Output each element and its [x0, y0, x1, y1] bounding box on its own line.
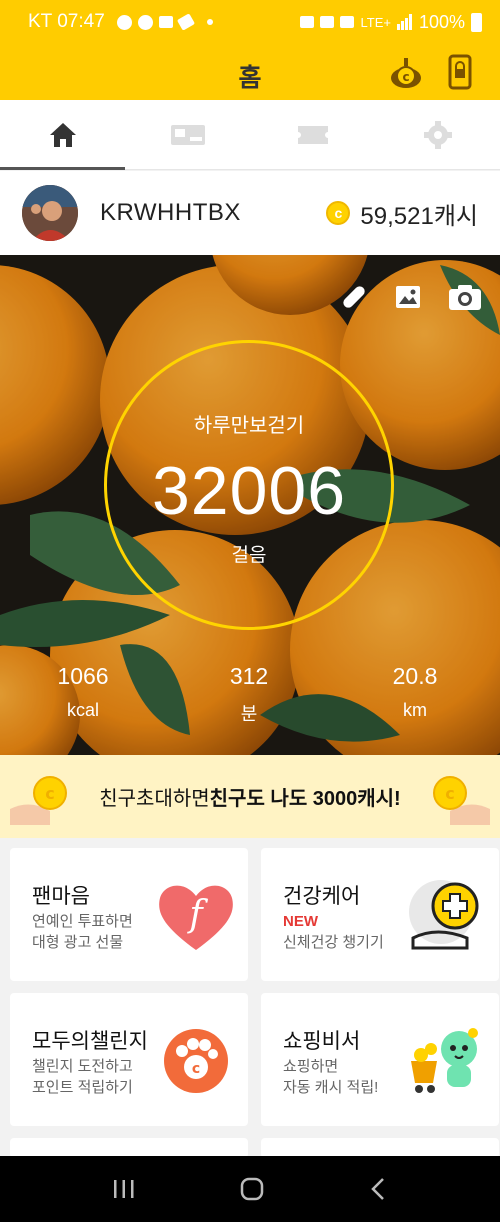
facebook-icon	[137, 14, 153, 30]
coin-icon: c	[326, 201, 351, 225]
stat-minutes: 312 분	[166, 663, 332, 726]
paw-coin-icon: c	[164, 1029, 228, 1093]
heart-f-icon: f	[159, 885, 233, 950]
lock-phone-icon[interactable]	[442, 54, 478, 90]
signal-icon	[396, 14, 412, 30]
new-badge: NEW	[283, 913, 318, 930]
stat-value: 312	[229, 663, 269, 689]
stat-calories: 1066 kcal	[0, 663, 166, 726]
vibrate-icon	[320, 16, 335, 28]
step-unit: 걸음	[231, 545, 267, 566]
card-line2: 대형 광고 선물	[32, 934, 124, 951]
invite-text-normal: 친구초대하면	[99, 788, 210, 810]
svg-text:c: c	[445, 784, 454, 803]
cash-amount: 59,521캐시	[360, 202, 478, 230]
card-partial[interactable]	[10, 1138, 248, 1158]
stat-unit: km	[403, 700, 427, 720]
page-title: 홈	[238, 64, 262, 92]
card-line2: 자동 캐시 적립!	[283, 1079, 379, 1096]
camera-icon[interactable]	[448, 283, 482, 311]
activity-stats: 1066 kcal 312 분 20.8 km	[0, 663, 500, 726]
app-notification-icon	[158, 16, 173, 28]
hero-tools	[340, 283, 482, 311]
card-title: 팬마음	[32, 885, 90, 908]
invite-friends-banner[interactable]: c 친구초대하면 친구도 나도 3000캐시! c	[0, 755, 500, 838]
shopping-cart-mascot-icon	[411, 1028, 478, 1093]
card-subtitle: 연예인 투표하면 대형 광고 선물	[32, 911, 133, 953]
tab-home[interactable]	[0, 100, 125, 170]
link-icon	[176, 13, 195, 31]
card-challenge[interactable]: 모두의챌린지 챌린지 도전하고 포인트 적립하기 c	[10, 993, 248, 1126]
hand-coin-icon: c	[10, 776, 67, 825]
username: KRWHHTBX	[100, 199, 241, 226]
stat-distance: 20.8 km	[332, 663, 498, 726]
card-line1: 연예인 투표하면	[32, 913, 133, 930]
card-subtitle: 쇼핑하면 자동 캐시 적립!	[283, 1056, 378, 1098]
hand-coin-icon: c	[433, 776, 490, 825]
step-ring[interactable]: 하루만보걷기 32006 걸음	[104, 340, 394, 630]
stat-unit: 분	[240, 704, 258, 724]
profile-row[interactable]: KRWHHTBX c 59,521캐시	[0, 171, 500, 255]
home-button-icon[interactable]	[239, 1176, 265, 1202]
image-icon[interactable]	[394, 283, 422, 311]
svg-text:c: c	[45, 784, 54, 803]
volte-icon	[340, 16, 355, 28]
card-fan-heart[interactable]: 팬마음 연예인 투표하면 대형 광고 선물 f	[10, 848, 248, 981]
card-shopping[interactable]: 쇼핑비서 쇼핑하면 자동 캐시 적립!	[261, 993, 499, 1126]
home-icon	[49, 122, 76, 147]
battery-icon	[471, 12, 482, 32]
stat-value: 20.8	[392, 663, 438, 689]
svg-text:c: c	[192, 1061, 200, 1077]
card-partial[interactable]	[261, 1138, 499, 1158]
facebook-icon	[116, 14, 132, 30]
network-type: LTE+	[360, 14, 391, 30]
card-line1: 챌린지 도전하고	[32, 1058, 133, 1075]
status-carrier-time: KT 07:47	[28, 11, 105, 32]
card-title: 쇼핑비서	[283, 1030, 361, 1053]
avatar[interactable]	[22, 185, 78, 241]
stat-unit: kcal	[66, 700, 99, 720]
back-icon[interactable]	[368, 1176, 388, 1202]
tab-settings[interactable]	[375, 100, 500, 169]
cash-icon	[170, 124, 205, 145]
card-line1: 쇼핑하면	[283, 1058, 339, 1075]
card-subtitle: 챌린지 도전하고 포인트 적립하기	[32, 1056, 133, 1098]
card-line2: 신체건강 챙기기	[283, 934, 384, 951]
recent-apps-icon[interactable]	[112, 1178, 136, 1200]
card-line2: 포인트 적립하기	[32, 1079, 133, 1096]
cash-coin-icon[interactable]: c	[388, 54, 424, 90]
tab-ticket[interactable]	[250, 100, 375, 169]
alarm-icon	[300, 16, 315, 28]
tab-cash[interactable]	[125, 100, 250, 169]
system-nav-bar	[0, 1156, 500, 1222]
cash-balance[interactable]: c 59,521캐시	[326, 196, 478, 231]
status-bar: KT 07:47 LTE+ 100%	[0, 0, 500, 44]
tab-bar	[0, 100, 500, 170]
battery-percent: 100%	[418, 11, 465, 32]
ticket-icon	[297, 125, 328, 144]
health-cross-hand-icon	[409, 880, 479, 950]
pill-icon[interactable]	[340, 283, 368, 311]
card-health-care[interactable]: 건강케어 NEW 신체건강 챙기기	[261, 848, 499, 981]
step-goal-label: 하루만보걷기	[193, 415, 305, 437]
svg-text:c: c	[402, 70, 409, 84]
card-title: 건강케어	[283, 885, 361, 908]
more-dot-icon	[206, 19, 213, 25]
invite-text-bold: 친구도 나도 3000캐시!	[209, 788, 401, 810]
app-bar: 홈 c	[0, 44, 500, 100]
gear-icon	[423, 120, 452, 149]
card-title: 모두의챌린지	[32, 1030, 148, 1053]
step-counter-hero: 하루만보걷기 32006 걸음 1066 kcal 312 분 20.8 km	[0, 255, 500, 755]
card-subtitle: NEW 신체건강 챙기기	[283, 911, 384, 953]
stat-value: 1066	[57, 663, 109, 689]
step-count: 32006	[151, 453, 347, 529]
